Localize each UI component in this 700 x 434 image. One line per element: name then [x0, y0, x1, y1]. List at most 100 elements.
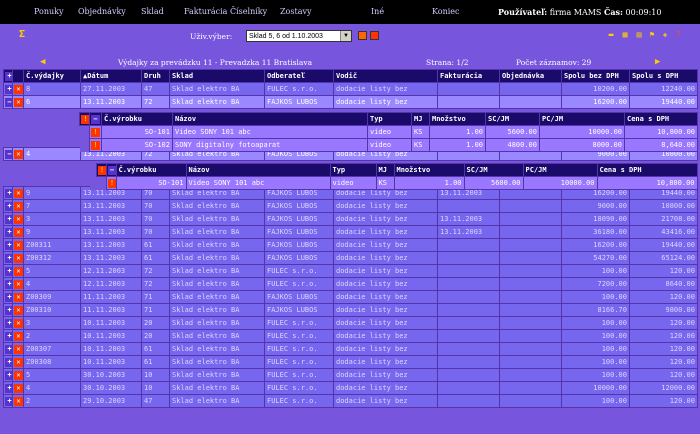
toggle-cell[interactable]: + [3, 251, 13, 265]
delete-cell[interactable]: ✕ [12, 212, 24, 226]
expand-icon[interactable]: + [5, 396, 12, 406]
delete-icon[interactable]: ✕ [14, 383, 23, 393]
table-row[interactable]: + ✕ 7 13.11.2003 70 Sklad elektro BA FAJKOS LU… [3, 199, 698, 213]
expand-icon[interactable]: + [5, 84, 12, 94]
table-row[interactable]: + ✕ 5 12.11.2003 72 Sklad elektro BA FULEC s.r… [3, 264, 698, 278]
delete-icon[interactable]: ✕ [14, 292, 23, 302]
menu-item-7[interactable]: Koniec [432, 7, 460, 16]
row-id[interactable]: 4 [23, 277, 81, 291]
edit-filter-icon[interactable] [370, 31, 379, 40]
table-row[interactable]: − ✕ 6 13.11.2003 72 Sklad elektro BA FAJKOS LU… [3, 95, 698, 109]
expand-icon[interactable]: + [5, 279, 12, 289]
exclamation-icon[interactable]: ! [81, 114, 89, 124]
view-select[interactable]: Sklad 5, 6 od 1.10.2003 ▼ [246, 30, 352, 42]
column-header[interactable]: Druh [141, 69, 170, 83]
row-id[interactable]: 9 [23, 225, 81, 239]
toggle-cell[interactable]: + [3, 186, 13, 200]
expand-icon[interactable]: + [5, 201, 12, 211]
row-id[interactable]: 9 [23, 186, 81, 200]
toggle-cell[interactable]: + [3, 290, 13, 304]
expand-icon[interactable]: + [5, 292, 12, 302]
table-row[interactable]: + ✕ Z00308 10.11.2003 61 Sklad elektro BA FULE… [3, 355, 698, 369]
delete-icon[interactable]: ✕ [14, 331, 23, 341]
expand-icon[interactable]: + [5, 305, 12, 315]
detail-column-header[interactable]: Typ [367, 112, 412, 126]
delete-cell[interactable]: ✕ [12, 147, 24, 161]
detail-column-header[interactable]: MJ [375, 163, 395, 177]
delete-cell[interactable]: ✕ [12, 95, 24, 109]
exclamation-icon[interactable]: ! [91, 127, 100, 137]
row-id[interactable]: Z00311 [23, 238, 81, 252]
detail-row[interactable]: ! SO-101 Video SONY 101 abc video KS 1.00 5600… [79, 125, 698, 139]
warning-cell[interactable]: ! [79, 112, 90, 126]
warning-cell[interactable]: ! [95, 163, 107, 177]
document-icon[interactable]: ▤ [634, 30, 644, 40]
row-id[interactable]: 5 [23, 264, 81, 278]
delete-cell[interactable]: ✕ [12, 368, 24, 382]
toggle-cell[interactable]: + [3, 329, 13, 343]
delete-cell[interactable]: ✕ [12, 199, 24, 213]
flag-icon[interactable]: ⚑ [647, 30, 657, 40]
warning-cell[interactable]: ! [89, 125, 102, 139]
detail-column-header[interactable]: Č.výrobku [101, 112, 173, 126]
delete-cell[interactable]: ✕ [12, 316, 24, 330]
row-id[interactable]: 2 [23, 394, 81, 408]
delete-icon[interactable]: ✕ [14, 149, 23, 159]
detail-column-header[interactable]: Množstvo [429, 112, 486, 126]
menu-item-5[interactable]: Zostavy [280, 7, 312, 16]
delete-icon[interactable]: ✕ [14, 253, 23, 263]
warning-cell[interactable]: ! [105, 176, 117, 190]
delete-icon[interactable]: ✕ [14, 357, 23, 367]
column-header[interactable]: Vodič [333, 69, 438, 83]
add-icon[interactable]: + [5, 71, 12, 81]
toggle-cell[interactable]: + [3, 381, 13, 395]
expand-icon[interactable]: + [5, 188, 12, 198]
delete-icon[interactable]: ✕ [14, 305, 23, 315]
row-id[interactable]: Z00307 [23, 342, 81, 356]
toggle-cell[interactable]: + [3, 316, 13, 330]
toggle-cell[interactable]: + [3, 394, 13, 408]
table-row[interactable]: + ✕ 5 30.10.2003 10 Sklad elektro BA FULEC s.r… [3, 368, 698, 382]
detail-column-header[interactable]: Názov [185, 163, 331, 177]
delete-cell[interactable]: ✕ [12, 355, 24, 369]
menu-item-2[interactable]: Sklad [141, 7, 164, 16]
expand-icon[interactable]: + [5, 214, 12, 224]
toggle-cell[interactable]: + [3, 342, 13, 356]
toggle-cell[interactable]: + [3, 82, 13, 96]
warning-cell[interactable]: ! [89, 138, 102, 152]
grid-icon[interactable]: ▦ [620, 30, 630, 40]
toggle-cell[interactable]: + [3, 212, 13, 226]
expand-icon[interactable]: + [5, 253, 12, 263]
delete-cell[interactable]: ✕ [12, 264, 24, 278]
toggle-cell[interactable]: + [3, 303, 13, 317]
delete-cell[interactable]: ✕ [12, 290, 24, 304]
detail-column-header[interactable]: MJ [411, 112, 430, 126]
delete-icon[interactable]: ✕ [14, 84, 23, 94]
column-header[interactable]: ▲Dátum [80, 69, 142, 83]
expand-icon[interactable]: + [5, 266, 12, 276]
row-id[interactable]: Z00309 [23, 290, 81, 304]
add-row-cell[interactable]: + [3, 69, 13, 83]
delete-cell[interactable]: ✕ [12, 342, 24, 356]
expand-icon[interactable]: + [5, 318, 12, 328]
delete-icon[interactable]: ✕ [14, 97, 23, 107]
delete-icon[interactable]: ✕ [14, 344, 23, 354]
toggle-cell[interactable]: + [3, 238, 13, 252]
expand-icon[interactable]: + [5, 383, 12, 393]
collapse-icon[interactable]: − [5, 97, 12, 107]
column-header[interactable]: Sklad [169, 69, 265, 83]
delete-cell[interactable]: ✕ [12, 329, 24, 343]
table-row[interactable]: + ✕ Z00309 11.11.2003 71 Sklad elektro BA FAJK… [3, 290, 698, 304]
toggle-cell[interactable]: + [3, 199, 13, 213]
menu-item-0[interactable]: Ponuky [34, 7, 64, 16]
table-row[interactable]: + ✕ 3 10.11.2003 20 Sklad elektro BA FULEC s.r… [3, 316, 698, 330]
collapse-icon[interactable]: − [91, 114, 100, 124]
delete-icon[interactable]: ✕ [14, 188, 23, 198]
delete-icon[interactable]: ✕ [14, 370, 23, 380]
toggle-cell[interactable]: − [3, 95, 13, 109]
table-row[interactable]: + ✕ 9 13.11.2003 70 Sklad elektro BA FAJKOS LU… [3, 225, 698, 239]
delete-cell[interactable]: ✕ [12, 225, 24, 239]
delete-icon[interactable]: ✕ [14, 266, 23, 276]
delete-icon[interactable]: ✕ [14, 279, 23, 289]
menu-item-4[interactable]: Číselníky [230, 7, 267, 16]
